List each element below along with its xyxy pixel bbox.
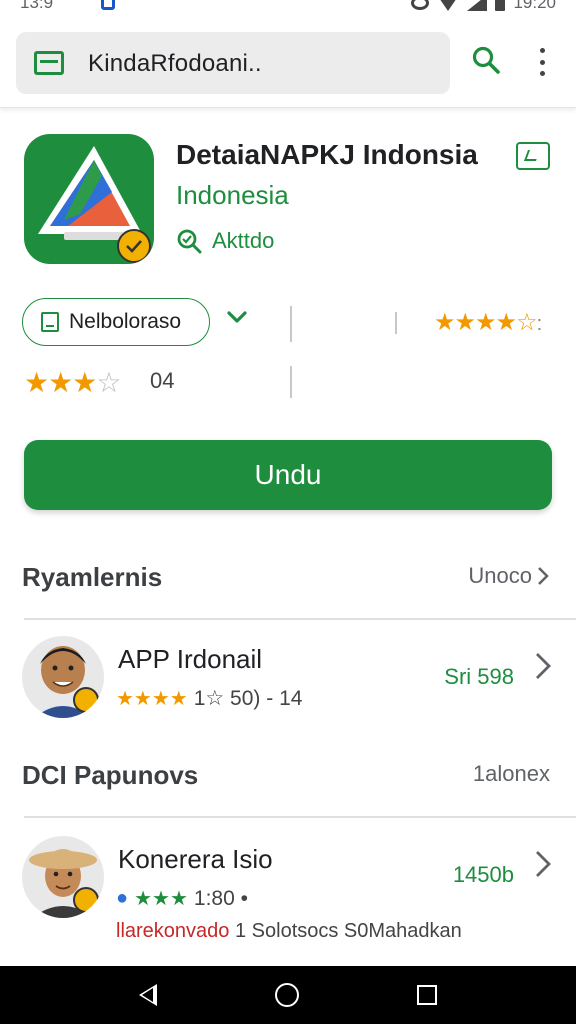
divider	[24, 816, 576, 818]
install-button[interactable]: Undu	[24, 440, 552, 510]
item-title: Konerera Isio	[118, 844, 273, 874]
back-icon[interactable]	[139, 984, 157, 1006]
divider	[24, 618, 576, 620]
item-title: APP Irdonail	[118, 644, 263, 674]
divider	[290, 306, 292, 342]
bookmark-icon	[41, 312, 59, 332]
person-icon: ●	[116, 887, 129, 909]
chip-label: Nelboloraso	[69, 310, 182, 333]
play-store-screen: 13:9 19:20 KindaRfodoani.. DetaiaNAPKJ I…	[0, 0, 576, 1024]
recent-apps-icon[interactable]	[417, 985, 437, 1005]
system-nav-bar	[0, 966, 576, 1024]
item-rating: ● ★★★ 1:80 •	[116, 886, 248, 911]
status-time-left: 13:9	[20, 0, 54, 12]
category-chip[interactable]: Nelboloraso	[22, 298, 210, 346]
chevron-right-icon[interactable]	[532, 650, 554, 682]
divider	[290, 366, 292, 398]
section-title: DCI Papunovs	[22, 760, 199, 790]
chevron-right-icon[interactable]	[532, 848, 554, 880]
avatar	[22, 636, 104, 718]
play-store-icon	[34, 51, 64, 75]
wishlist-icon[interactable]	[516, 142, 550, 170]
battery-icon	[495, 0, 506, 11]
app-meta-text: Akttdo	[212, 228, 275, 253]
more-options-icon[interactable]	[538, 48, 546, 76]
chevron-down-icon[interactable]	[226, 306, 248, 328]
section-more-link[interactable]: Unoco	[468, 563, 550, 589]
section-more-link[interactable]: 1alonex	[473, 761, 550, 787]
signal-icon	[467, 0, 488, 11]
app-developer[interactable]: Indonesia	[176, 180, 289, 211]
item-price: Sri 598	[444, 664, 514, 689]
rating-count: 04	[150, 368, 175, 393]
search-box[interactable]: KindaRfodoani..	[16, 32, 450, 94]
notification-icon	[101, 0, 116, 10]
home-icon[interactable]	[275, 983, 299, 1007]
search-icon[interactable]	[472, 46, 500, 74]
item-price: 1450b	[452, 862, 514, 887]
app-meta: Akttdo	[176, 228, 274, 254]
rating-stars-top: ★★★★☆:	[434, 309, 542, 336]
list-item[interactable]: APP Irdonail ★★★★ 1☆ 50) - 14 Sri 598	[0, 628, 576, 728]
rating-stars: ★★★☆	[24, 367, 121, 398]
app-title: DetaiaNAPKJ Indonsia	[176, 139, 478, 170]
status-time-right: 19:20	[513, 0, 556, 12]
item-rating: ★★★★ 1☆ 50) - 14	[116, 687, 303, 710]
item-note: llarekonvado 1 Solotsocs S0Mahadkan	[116, 920, 462, 942]
list-item[interactable]: Konerera Isio ● ★★★ 1:80 • 1450b llareko…	[0, 828, 576, 942]
wifi-icon	[437, 0, 460, 11]
section-title: Ryamlernis	[22, 562, 163, 592]
divider	[395, 312, 397, 334]
app-icon	[24, 134, 154, 264]
chevron-right-icon	[538, 567, 549, 585]
search-input[interactable]: KindaRfodoani..	[88, 50, 262, 78]
avatar	[22, 836, 104, 918]
verified-search-icon	[177, 229, 202, 254]
eye-icon	[411, 0, 430, 10]
status-bar: 13:9 19:20	[0, 0, 576, 18]
